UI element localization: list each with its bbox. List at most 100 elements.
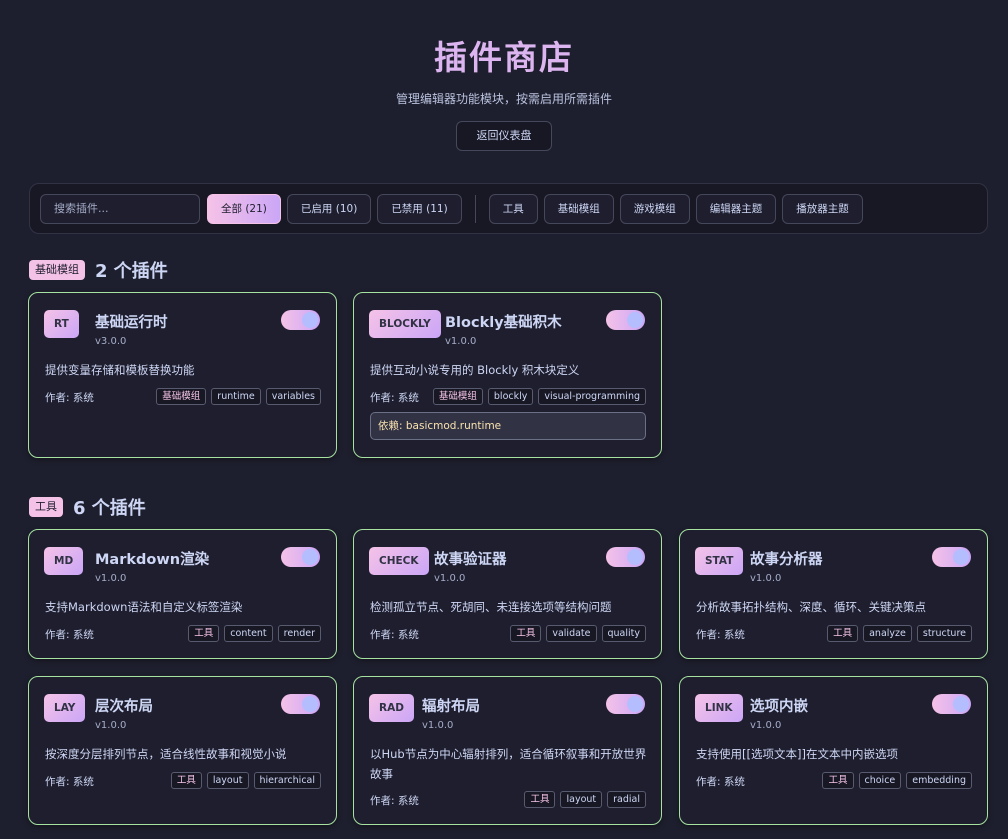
plugin-card: RAD 辐射布局 v1.0.0 以Hub节点为中心辐射排列，适合循环叙事和开放世… bbox=[353, 676, 662, 825]
plugin-tag: quality bbox=[601, 625, 646, 642]
plugin-badge: LINK bbox=[695, 694, 743, 722]
toggle-knob bbox=[953, 549, 969, 565]
plugin-tag: visual-programming bbox=[538, 388, 646, 405]
plugin-enable-toggle[interactable] bbox=[932, 547, 971, 567]
plugin-tag: render bbox=[277, 625, 321, 642]
plugin-enable-toggle[interactable] bbox=[281, 310, 320, 330]
plugin-author: 作者: 系统 bbox=[45, 392, 94, 404]
plugin-description: 支持使用[[选项文本]]在文本中内嵌选项 bbox=[696, 747, 898, 761]
plugin-version: v1.0.0 bbox=[95, 573, 127, 584]
section-category-badge: 基础模组 bbox=[29, 260, 85, 280]
plugin-version: v1.0.0 bbox=[750, 720, 782, 731]
section-category-badge: 工具 bbox=[29, 497, 63, 517]
plugin-tag: layout bbox=[206, 772, 249, 789]
plugin-tags: 工具 choice embedding bbox=[817, 772, 972, 789]
search-input[interactable] bbox=[40, 193, 200, 224]
plugin-enable-toggle[interactable] bbox=[932, 694, 971, 714]
plugin-badge: MD bbox=[44, 547, 84, 575]
plugin-name: 辐射布局 bbox=[422, 699, 480, 715]
plugin-description: 分析故事拓扑结构、深度、循环、关键决策点 bbox=[696, 600, 926, 614]
plugin-tags: 工具 content render bbox=[183, 625, 321, 642]
category-gamemod-button[interactable]: 游戏模组 bbox=[619, 193, 690, 224]
filter-all-button[interactable]: 全部 (21) bbox=[207, 193, 281, 224]
plugin-version: v1.0.0 bbox=[422, 720, 454, 731]
plugin-tag: layout bbox=[560, 791, 603, 808]
toggle-knob bbox=[302, 549, 318, 565]
plugin-author: 作者: 系统 bbox=[370, 629, 419, 641]
plugin-tag: 工具 bbox=[188, 625, 220, 642]
plugin-tags: 工具 analyze structure bbox=[822, 625, 972, 642]
plugin-tag: 工具 bbox=[170, 772, 202, 789]
toggle-knob bbox=[627, 696, 643, 712]
plugin-badge: BLOCKLY bbox=[369, 310, 441, 338]
plugin-version: v1.0.0 bbox=[434, 573, 466, 584]
plugin-tag: 基础模组 bbox=[432, 388, 483, 405]
plugin-badge: RT bbox=[44, 310, 79, 338]
plugin-tag: blockly bbox=[487, 388, 534, 405]
category-player-theme-button[interactable]: 播放器主题 bbox=[782, 193, 863, 224]
plugin-tag: runtime bbox=[211, 388, 261, 405]
plugin-card: RT 基础运行时 v3.0.0 提供变量存储和模板替换功能 作者: 系统 基础模… bbox=[28, 292, 337, 458]
plugin-card: LINK 选项内嵌 v1.0.0 支持使用[[选项文本]]在文本中内嵌选项 作者… bbox=[679, 676, 988, 825]
plugin-enable-toggle[interactable] bbox=[281, 694, 320, 714]
plugin-tags: 基础模组 runtime variables bbox=[151, 388, 321, 405]
plugin-version: v1.0.0 bbox=[750, 573, 782, 584]
page-title: 插件商店 bbox=[434, 38, 574, 77]
page-header: 插件商店 管理编辑器功能模块，按需启用所需插件 返回仪表盘 bbox=[0, 0, 1008, 151]
plugin-card: MD Markdown渲染 v1.0.0 支持Markdown语法和自定义标签渲… bbox=[28, 529, 337, 659]
plugin-version: v3.0.0 bbox=[95, 336, 127, 347]
category-tools-button[interactable]: 工具 bbox=[488, 193, 538, 224]
plugin-tag: 工具 bbox=[524, 791, 556, 808]
plugin-name: 基础运行时 bbox=[95, 315, 168, 331]
plugin-description: 提供互动小说专用的 Blockly 积木块定义 bbox=[370, 363, 580, 377]
category-basemod-button[interactable]: 基础模组 bbox=[543, 193, 614, 224]
page-subtitle: 管理编辑器功能模块，按需启用所需插件 bbox=[395, 92, 612, 106]
plugin-author: 作者: 系统 bbox=[696, 776, 745, 788]
section-header-basemod: 基础模组 2 个插件 bbox=[29, 257, 168, 283]
plugin-enable-toggle[interactable] bbox=[606, 694, 645, 714]
plugin-enable-toggle[interactable] bbox=[606, 310, 645, 330]
plugin-card: LAY 层次布局 v1.0.0 按深度分层排列节点，适合线性故事和视觉小说 作者… bbox=[28, 676, 337, 825]
plugin-enable-toggle[interactable] bbox=[281, 547, 320, 567]
section-plugin-count: 2 个插件 bbox=[95, 261, 168, 282]
back-to-dashboard-button[interactable]: 返回仪表盘 bbox=[456, 121, 552, 151]
plugin-tag: choice bbox=[858, 772, 902, 789]
plugin-card: STAT 故事分析器 v1.0.0 分析故事拓扑结构、深度、循环、关键决策点 作… bbox=[679, 529, 988, 659]
plugin-version: v1.0.0 bbox=[95, 720, 127, 731]
plugin-name: 选项内嵌 bbox=[750, 699, 808, 715]
plugin-tag: hierarchical bbox=[253, 772, 321, 789]
plugin-card: CHECK 故事验证器 v1.0.0 检测孤立节点、死胡同、未连接选项等结构问题… bbox=[353, 529, 662, 659]
plugin-description: 提供变量存储和模板替换功能 bbox=[45, 363, 195, 377]
plugin-badge: LAY bbox=[44, 694, 86, 722]
plugin-author: 作者: 系统 bbox=[370, 795, 419, 807]
plugin-author: 作者: 系统 bbox=[370, 392, 419, 404]
plugin-tags: 工具 layout radial bbox=[519, 791, 646, 808]
filter-toolbar: 全部 (21) 已启用 (10) 已禁用 (11) 工具 基础模组 游戏模组 编… bbox=[29, 183, 988, 234]
plugin-tag: content bbox=[224, 625, 273, 642]
plugin-tag: analyze bbox=[863, 625, 912, 642]
plugin-name: 故事分析器 bbox=[750, 552, 823, 568]
plugin-badge: STAT bbox=[695, 547, 744, 575]
plugin-tag: 工具 bbox=[822, 772, 854, 789]
plugin-tag: variables bbox=[265, 388, 321, 405]
filter-disabled-button[interactable]: 已禁用 (11) bbox=[377, 193, 462, 224]
plugin-enable-toggle[interactable] bbox=[606, 547, 645, 567]
category-editor-theme-button[interactable]: 编辑器主题 bbox=[695, 193, 777, 224]
toggle-knob bbox=[953, 696, 969, 712]
plugin-description: 按深度分层排列节点，适合线性故事和视觉小说 bbox=[45, 747, 287, 761]
plugin-description: 支持Markdown语法和自定义标签渲染 bbox=[45, 600, 243, 614]
plugin-tag: embedding bbox=[906, 772, 972, 789]
filter-enabled-button[interactable]: 已启用 (10) bbox=[286, 193, 372, 224]
plugin-name: 故事验证器 bbox=[434, 552, 507, 568]
section-header-tools: 工具 6 个插件 bbox=[29, 494, 146, 520]
plugin-card: BLOCKLY Blockly基础积木 v1.0.0 提供互动小说专用的 Blo… bbox=[353, 292, 662, 458]
toggle-knob bbox=[627, 549, 643, 565]
plugin-description: 检测孤立节点、死胡同、未连接选项等结构问题 bbox=[370, 600, 612, 614]
plugin-name: 层次布局 bbox=[95, 699, 153, 715]
toggle-knob bbox=[627, 312, 643, 328]
plugin-tag: 基础模组 bbox=[156, 388, 207, 405]
plugin-tag: structure bbox=[916, 625, 972, 642]
plugin-tag: 工具 bbox=[510, 625, 542, 642]
plugin-name: Blockly基础积木 bbox=[445, 315, 562, 331]
plugin-author: 作者: 系统 bbox=[45, 629, 94, 641]
